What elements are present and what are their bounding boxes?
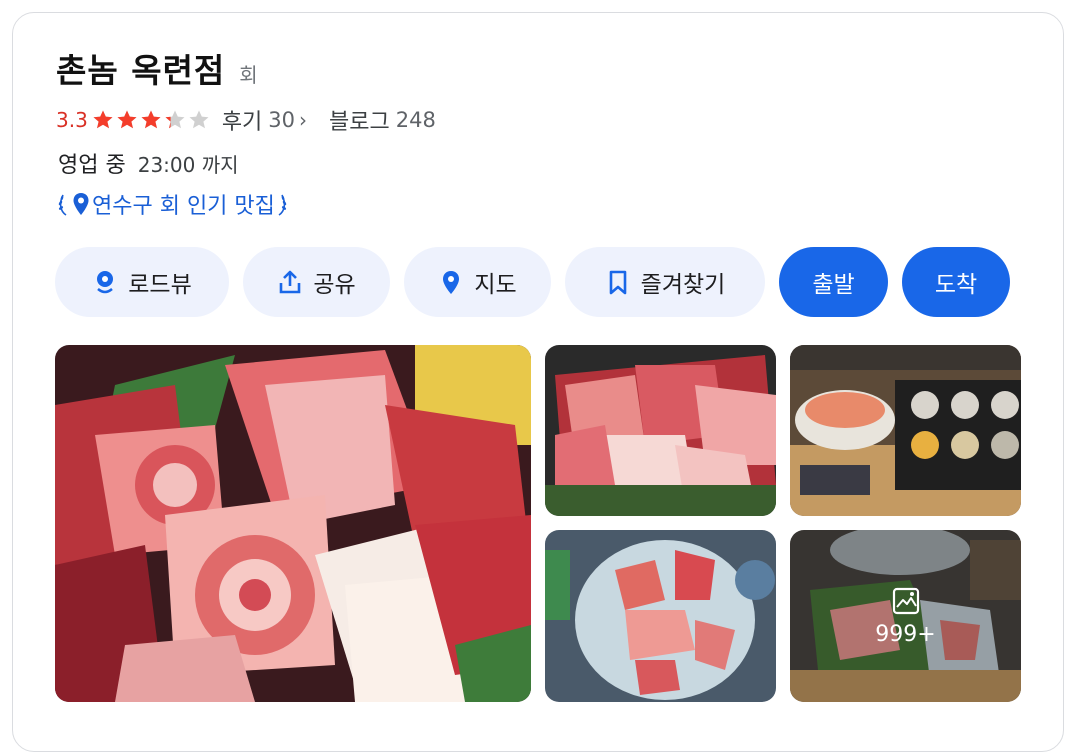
- place-name[interactable]: 촌놈 옥련점: [56, 44, 225, 92]
- blog-link[interactable]: 블로그 248: [329, 104, 436, 136]
- map-label: 지도: [474, 272, 517, 298]
- arrive-button[interactable]: 도착: [902, 247, 1010, 317]
- laurel-right-icon: [278, 194, 287, 216]
- rating-value: 3.3: [56, 108, 88, 132]
- share-icon: [280, 270, 301, 294]
- location-pin-icon: [73, 193, 89, 215]
- action-bar: 로드뷰 공유 지도 즐겨찾기 출발 도착: [55, 247, 1024, 317]
- arrive-label: 도착: [934, 272, 978, 298]
- reviews-label: 후기: [221, 110, 263, 135]
- share-button[interactable]: 공유: [243, 247, 390, 317]
- roadview-button[interactable]: 로드뷰: [55, 247, 229, 317]
- title-row: 촌놈 옥련점 회: [56, 44, 258, 92]
- roadview-icon: [97, 271, 114, 294]
- photo-3[interactable]: [790, 345, 1021, 516]
- share-label: 공유: [313, 272, 356, 298]
- bookmark-icon: [609, 270, 626, 295]
- reviews-link[interactable]: 후기 30 ›: [222, 104, 307, 136]
- star-icon: [116, 109, 138, 131]
- open-status: 영업 중: [58, 153, 126, 178]
- photo-main[interactable]: [55, 345, 531, 702]
- chevron-right-icon: ›: [299, 108, 308, 132]
- place-category: 회: [239, 63, 258, 87]
- roadview-label: 로드뷰: [128, 272, 192, 298]
- more-photos-overlay[interactable]: 999+: [790, 530, 1021, 702]
- blog-label: 블로그: [329, 110, 390, 135]
- photo-4[interactable]: [545, 530, 776, 702]
- reviews-count: 30: [268, 108, 296, 132]
- photo-2[interactable]: [545, 345, 776, 516]
- popular-badge[interactable]: 연수구 회 인기 맛집: [56, 188, 289, 220]
- map-pin-icon: [443, 271, 460, 294]
- star-icon: [140, 109, 162, 131]
- closing-time: 23:00 까지: [137, 153, 239, 177]
- hours-row[interactable]: 영업 중 23:00 까지: [58, 147, 239, 179]
- rating-row: 3.3 후기 30 › 블로그 248: [56, 104, 436, 136]
- star-icon: [164, 109, 186, 131]
- laurel-left-icon: [58, 194, 67, 216]
- star-icon: [92, 109, 114, 131]
- badge-text: 연수구 회 인기 맛집: [92, 194, 275, 219]
- depart-button[interactable]: 출발: [779, 247, 888, 317]
- bookmark-button[interactable]: 즐겨찾기: [565, 247, 765, 317]
- more-photos-count: 999+: [875, 621, 936, 647]
- depart-label: 출발: [812, 272, 855, 298]
- blog-count: 248: [395, 108, 436, 132]
- bookmark-label: 즐겨찾기: [640, 272, 726, 298]
- photo-more[interactable]: 999+: [790, 530, 1021, 702]
- rating-stars: [92, 109, 212, 131]
- map-button[interactable]: 지도: [404, 247, 551, 317]
- gallery-icon: [892, 587, 919, 614]
- star-icon: [188, 109, 210, 131]
